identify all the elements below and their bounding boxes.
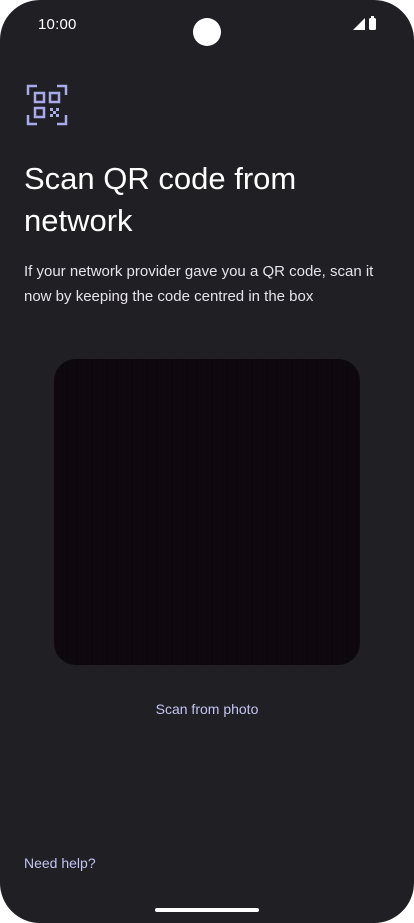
page-title: Scan QR code from network <box>24 161 297 238</box>
need-help-link[interactable]: Need help? <box>24 855 96 871</box>
status-icons <box>353 16 376 30</box>
scan-from-photo-button[interactable]: Scan from photo <box>0 701 414 717</box>
camera-viewfinder <box>54 359 360 665</box>
page-description: If your network provider gave you a QR c… <box>24 263 374 305</box>
battery-icon <box>369 16 376 30</box>
status-bar: 10:00 <box>0 0 414 52</box>
qr-code-scan-icon <box>26 84 68 126</box>
status-time: 10:00 <box>38 16 77 33</box>
front-camera <box>193 18 221 46</box>
phone-screen: 10:00 Scan QR code from network If your … <box>0 0 414 923</box>
home-indicator[interactable] <box>155 908 259 912</box>
signal-icon <box>353 18 365 30</box>
